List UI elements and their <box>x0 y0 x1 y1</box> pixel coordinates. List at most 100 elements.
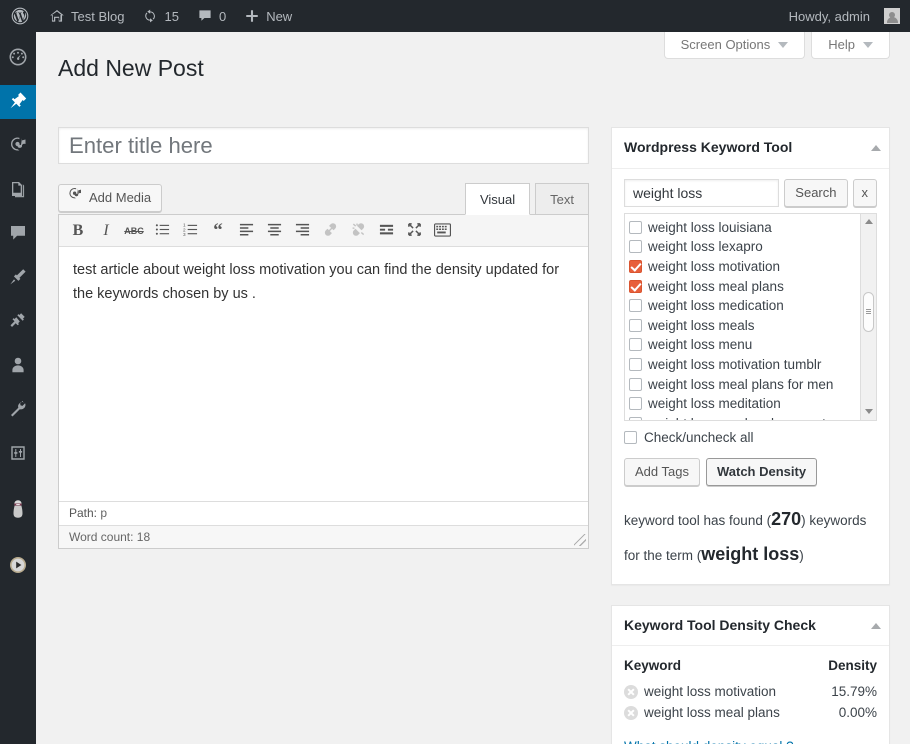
scroll-down-arrow-icon[interactable] <box>861 403 876 420</box>
sidebar-item-pages[interactable] <box>0 173 36 207</box>
density-table: Keyword Density weight loss motivation 15… <box>624 656 877 723</box>
new-content-menu[interactable]: New <box>235 0 301 32</box>
sidebar-item-tools[interactable] <box>0 393 36 427</box>
ordered-list-button[interactable]: 123 <box>177 220 203 242</box>
my-account-menu[interactable]: Howdy, admin <box>780 0 900 32</box>
keyword-list-item[interactable]: weight loss menu <box>629 335 876 355</box>
keyword-list-item[interactable]: weight loss motivation tumblr <box>629 355 876 375</box>
tab-text[interactable]: Text <box>535 183 589 215</box>
site-name-menu[interactable]: Test Blog <box>40 0 133 32</box>
insert-more-button[interactable] <box>373 220 399 242</box>
keyword-checkbox[interactable] <box>629 260 642 274</box>
screen-options-button[interactable]: Screen Options <box>663 32 806 59</box>
italic-button[interactable]: I <box>93 220 119 242</box>
keyword-list-scrollbar[interactable] <box>860 213 876 420</box>
fullscreen-arrows-icon <box>407 222 422 240</box>
keyword-checkbox[interactable] <box>629 279 642 293</box>
density-check-panel-header[interactable]: Keyword Tool Density Check <box>612 606 889 647</box>
post-title-input[interactable] <box>58 127 589 164</box>
unordered-list-button[interactable] <box>149 220 175 242</box>
comments-menu[interactable]: 0 <box>188 0 235 32</box>
check-uncheck-all-checkbox[interactable] <box>624 430 637 444</box>
admin-sidebar-menu <box>0 32 44 744</box>
keyword-list-item[interactable]: weight loss meals <box>629 316 876 336</box>
sidebar-item-posts[interactable] <box>0 85 44 119</box>
updates-menu[interactable]: 15 <box>133 0 187 32</box>
keyword-label: weight loss lexapro <box>648 239 763 255</box>
insert-link-button[interactable] <box>317 220 343 242</box>
density-keyword-cell: weight loss meal plans <box>624 702 817 723</box>
sidebar-item-dashboard[interactable] <box>0 41 36 75</box>
triangle-up-icon[interactable] <box>871 144 881 151</box>
bold-button[interactable]: B <box>65 220 91 242</box>
keyword-list-item[interactable]: weight loss meal plans for men <box>629 374 876 394</box>
keyword-tool-panel-header[interactable]: Wordpress Keyword Tool <box>612 128 889 169</box>
add-media-button[interactable]: Add Media <box>58 184 163 212</box>
add-tags-button[interactable]: Add Tags <box>624 457 700 486</box>
sidebar-item-appearance[interactable] <box>0 261 36 295</box>
strikethrough-button[interactable]: ABC <box>121 220 147 242</box>
keyword-label: weight loss medication <box>648 298 784 314</box>
density-help-link[interactable]: What should density equal ? <box>624 739 794 744</box>
keyword-list-item[interactable]: weight loss louisiana <box>629 218 876 238</box>
post-content-editor[interactable]: test article about weight loss motivatio… <box>59 247 588 501</box>
scroll-up-arrow-icon[interactable] <box>861 213 876 230</box>
sidebar-item-settings[interactable] <box>0 437 36 471</box>
site-name-label: Test Blog <box>71 8 125 24</box>
updates-icon <box>142 8 158 24</box>
remove-link-button[interactable] <box>345 220 371 242</box>
scrollbar-thumb[interactable] <box>863 291 874 332</box>
fullscreen-button[interactable] <box>401 220 427 242</box>
remove-circle-x-icon[interactable] <box>624 684 638 699</box>
keyword-checkbox[interactable] <box>629 240 642 254</box>
keyword-list-item[interactable]: weight loss meal replacement <box>629 414 876 420</box>
sidebar-item-keyword-tool-plugin[interactable] <box>0 493 36 527</box>
kitchen-sink-keyboard-icon <box>433 222 451 240</box>
blockquote-button[interactable]: “ <box>205 220 231 242</box>
tab-visual[interactable]: Visual <box>464 183 531 215</box>
keyword-list-item[interactable]: weight loss lexapro <box>629 237 876 257</box>
sidebar-item-users[interactable] <box>0 349 36 383</box>
help-button[interactable]: Help <box>811 32 890 59</box>
keyword-clear-button[interactable]: x <box>852 178 877 207</box>
sidebar-item-video-plugin[interactable] <box>0 549 36 583</box>
density-value-cell: 0.00% <box>838 705 877 721</box>
keyword-checkbox[interactable] <box>629 416 642 420</box>
editor-box: B I ABC 1 2 3 “ test article about weigh… <box>58 214 589 549</box>
add-media-label: Add Media <box>89 190 152 205</box>
align-left-button[interactable] <box>233 220 259 242</box>
editor-resize-handle[interactable] <box>574 534 586 546</box>
keyword-checkbox[interactable] <box>629 338 642 352</box>
triangle-up-icon[interactable] <box>871 622 881 629</box>
keyword-checkbox[interactable] <box>629 299 642 313</box>
keyword-list-item[interactable]: weight loss meal plans <box>629 276 876 296</box>
watch-density-button[interactable]: Watch Density <box>705 457 818 486</box>
keyword-search-input[interactable] <box>624 178 780 207</box>
keyword-checkbox[interactable] <box>629 318 642 332</box>
sidebar-item-media[interactable] <box>0 129 36 163</box>
align-right-button[interactable] <box>289 220 315 242</box>
keyword-search-button[interactable]: Search <box>784 178 848 207</box>
keyword-label: weight loss meal plans <box>648 278 784 294</box>
dashboard-gauge-icon <box>8 47 28 70</box>
path-value[interactable]: p <box>100 506 107 520</box>
keyword-label: weight loss motivation <box>648 259 781 275</box>
keyword-checkbox[interactable] <box>629 377 642 391</box>
keyword-list-item[interactable]: weight loss medication <box>629 296 876 316</box>
remove-circle-x-icon[interactable] <box>624 705 638 720</box>
sidebar-item-plugins[interactable] <box>0 305 36 339</box>
keyword-checkbox[interactable] <box>629 358 642 372</box>
align-center-icon <box>267 222 282 240</box>
check-uncheck-all-row[interactable]: Check/uncheck all <box>624 430 877 445</box>
sidebar-item-comments[interactable] <box>0 217 36 251</box>
keyword-list-item[interactable]: weight loss motivation <box>629 257 876 277</box>
keyword-results-list[interactable]: weight loss louisiana weight loss lexapro… <box>624 212 877 421</box>
align-right-icon <box>295 222 310 240</box>
toolbar-toggle-button[interactable] <box>429 220 455 242</box>
keyword-checkbox[interactable] <box>629 220 642 234</box>
align-center-button[interactable] <box>261 220 287 242</box>
keyword-label: weight loss meal plans for men <box>648 376 834 392</box>
keyword-checkbox[interactable] <box>629 397 642 411</box>
keyword-list-item[interactable]: weight loss meditation <box>629 394 876 414</box>
wp-logo-menu[interactable] <box>0 0 40 32</box>
